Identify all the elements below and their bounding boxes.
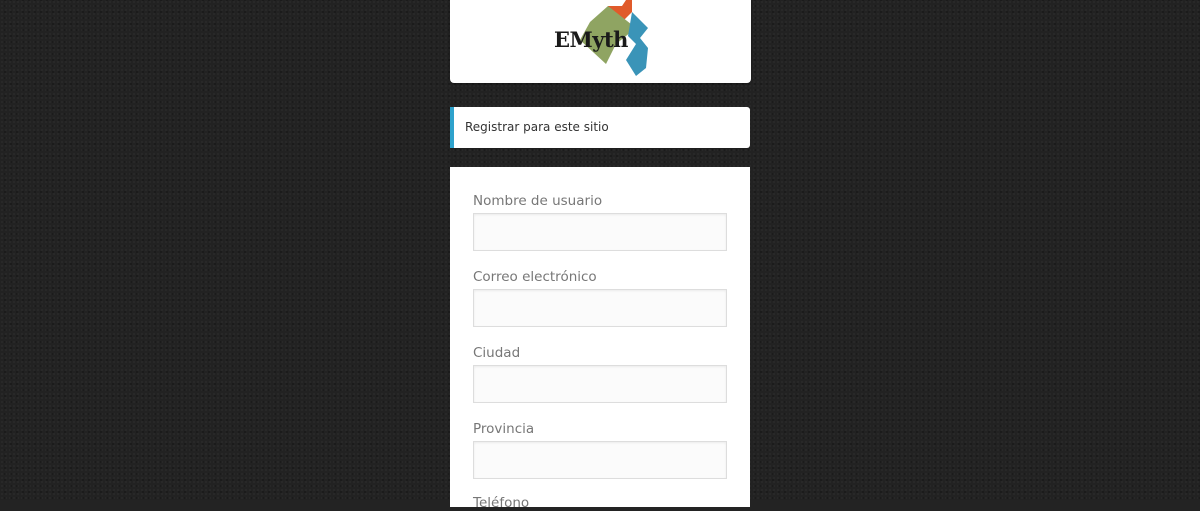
email-input[interactable]	[473, 289, 727, 327]
register-message: Registrar para este sitio	[450, 107, 750, 148]
username-label: Nombre de usuario	[473, 193, 603, 209]
logo-card: EMyth	[450, 0, 751, 83]
city-label: Ciudad	[473, 345, 521, 361]
logo-wordmark: EMyth	[554, 27, 628, 52]
phone-label: Teléfono	[473, 495, 530, 511]
register-message-text: Registrar para este sitio	[465, 120, 609, 134]
register-form: Nombre de usuario Correo electrónico Ciu…	[450, 167, 750, 510]
province-label: Provincia	[473, 421, 535, 437]
username-input[interactable]	[473, 213, 727, 251]
logo-blue-shape	[626, 12, 648, 76]
email-label: Correo electrónico	[473, 269, 597, 285]
city-input[interactable]	[473, 365, 727, 403]
province-input[interactable]	[473, 441, 727, 479]
